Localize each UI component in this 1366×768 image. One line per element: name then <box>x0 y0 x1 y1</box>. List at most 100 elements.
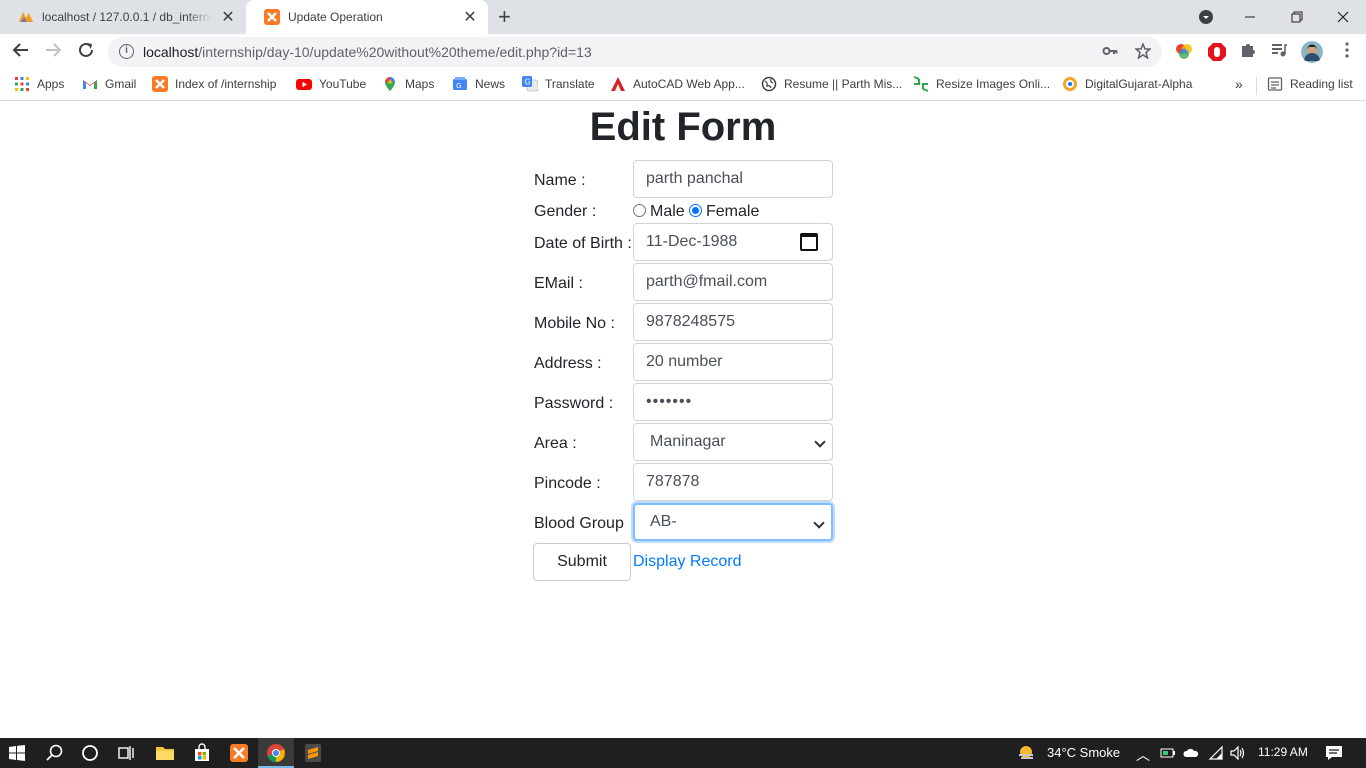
xampp-icon <box>264 9 280 25</box>
clock-time[interactable]: 11:29 AM <box>1258 745 1308 759</box>
mobile-input[interactable]: 9878248575 <box>633 303 833 341</box>
submit-button[interactable]: Submit <box>533 543 631 581</box>
minimize-icon[interactable] <box>1244 0 1256 34</box>
chrome-menu-icon[interactable] <box>1336 41 1358 63</box>
tab-search-icon[interactable] <box>1198 0 1214 34</box>
svg-text:G: G <box>525 78 531 87</box>
notifications-icon[interactable] <box>1325 744 1343 762</box>
bookmark-star-icon[interactable] <box>1134 41 1152 63</box>
show-hidden-icons-icon[interactable]: ︿ <box>1136 745 1150 765</box>
bookmark-apps[interactable]: Apps <box>14 76 64 92</box>
cortana-icon[interactable] <box>80 743 100 763</box>
tab-phpmyadmin[interactable]: localhost / 127.0.0.1 / db_internship ✕ <box>0 0 246 34</box>
site-info-icon[interactable]: i <box>119 44 134 59</box>
profile-avatar[interactable] <box>1301 41 1323 63</box>
area-select[interactable]: Maninagar <box>633 423 833 461</box>
bookmark-resize-images[interactable]: Resize Images Onli... <box>913 76 1050 92</box>
bookmark-label: Apps <box>37 77 65 91</box>
address-label: Address : <box>534 355 602 372</box>
bookmark-news[interactable]: G News <box>452 76 505 92</box>
volume-icon[interactable] <box>1230 745 1246 761</box>
media-control-icon[interactable] <box>1268 41 1290 63</box>
password-label: Password : <box>534 395 614 412</box>
bookmark-label: Resume || Parth Mis... <box>784 77 903 91</box>
bookmark-gmail[interactable]: Gmail <box>82 76 136 92</box>
more-bookmarks-button[interactable]: » <box>1235 76 1243 92</box>
apps-grid-icon <box>15 77 29 91</box>
back-arrow-icon[interactable] <box>10 41 32 63</box>
email-label: EMail : <box>534 275 583 292</box>
bookmark-label: Resize Images Onli... <box>936 77 1051 91</box>
mobile-label: Mobile No : <box>534 315 615 332</box>
tab-strip: localhost / 127.0.0.1 / db_internship ✕ … <box>0 0 1366 34</box>
reading-list-button[interactable]: Reading list <box>1267 76 1353 92</box>
restore-icon[interactable] <box>1291 0 1303 34</box>
digitalgujarat-icon <box>1063 77 1077 91</box>
tab-update-operation[interactable]: Update Operation ✕ <box>246 0 488 34</box>
new-tab-icon[interactable]: + <box>498 6 511 28</box>
chrome-icon <box>267 744 285 762</box>
gmail-icon <box>83 80 97 89</box>
extensions-puzzle-icon[interactable] <box>1237 41 1259 63</box>
resize-icon <box>913 76 929 92</box>
url-text[interactable]: localhost/internship/day-10/update%20wit… <box>143 44 592 60</box>
svg-text:G: G <box>456 82 461 90</box>
key-icon[interactable] <box>1102 43 1118 63</box>
xampp-icon <box>152 76 168 92</box>
browser-toolbar: i localhost/internship/day-10/update%20w… <box>0 34 1366 70</box>
phpmyadmin-icon <box>19 12 33 22</box>
dob-label: Date of Birth : <box>534 235 632 252</box>
weather-icon[interactable] <box>1016 743 1036 763</box>
globe-icon <box>761 76 777 92</box>
blood-group-select[interactable]: AB- <box>633 503 833 541</box>
bookmark-label: Index of /internship <box>175 77 277 91</box>
bookmark-label: News <box>475 77 506 91</box>
weather-text[interactable]: 34°C Smoke <box>1047 745 1120 760</box>
youtube-icon <box>296 79 312 90</box>
adblock-extension-icon[interactable] <box>1207 42 1227 62</box>
close-tab-icon[interactable]: ✕ <box>220 7 236 27</box>
bookmarks-bar: Apps Gmail Index of /internship YouTube … <box>0 70 1366 101</box>
bookmark-index-of-internship[interactable]: Index of /internship <box>152 76 276 92</box>
maps-pin-icon <box>385 77 395 91</box>
bookmark-translate[interactable]: G Translate <box>522 76 595 92</box>
gender-female-radio[interactable] <box>689 204 702 217</box>
address-bar[interactable]: i localhost/internship/day-10/update%20w… <box>108 37 1162 67</box>
wifi-icon[interactable] <box>1208 745 1224 761</box>
windows-taskbar: 34°C Smoke ︿ 11:29 AM <box>0 738 1366 768</box>
sublime-text-icon[interactable] <box>303 743 323 763</box>
bookmark-autocad[interactable]: AutoCAD Web App... <box>610 76 745 92</box>
dob-value: 11-Dec-1988 <box>646 233 738 250</box>
tab-title: Update Operation <box>288 10 383 24</box>
battery-icon[interactable] <box>1160 745 1176 761</box>
file-explorer-icon[interactable] <box>155 743 175 763</box>
task-view-icon[interactable] <box>116 743 136 763</box>
calendar-icon[interactable] <box>800 233 818 251</box>
pincode-input[interactable]: 787878 <box>633 463 833 501</box>
search-icon[interactable] <box>45 743 65 763</box>
xampp-taskbar-icon[interactable] <box>229 743 249 763</box>
password-input[interactable]: ••••••• <box>633 383 833 421</box>
onedrive-icon[interactable] <box>1183 745 1199 761</box>
address-input[interactable]: 20 number <box>633 343 833 381</box>
dob-input[interactable]: 11-Dec-1988 <box>633 223 833 261</box>
name-input[interactable]: parth panchal <box>633 160 833 198</box>
email-input[interactable]: parth@fmail.com <box>633 263 833 301</box>
chrome-taskbar-button[interactable] <box>258 738 294 768</box>
store-icon[interactable] <box>192 743 212 763</box>
bookmark-digitalgujarat[interactable]: DigitalGujarat-Alpha <box>1062 76 1192 92</box>
gender-female-label: Female <box>706 203 760 220</box>
color-wheel-extension-icon[interactable] <box>1174 42 1194 62</box>
windows-start-icon[interactable] <box>9 745 25 761</box>
bookmark-resume[interactable]: Resume || Parth Mis... <box>761 76 902 92</box>
close-tab-icon[interactable]: ✕ <box>462 7 478 27</box>
bookmark-youtube[interactable]: YouTube <box>296 76 366 92</box>
area-label: Area : <box>534 435 577 452</box>
name-label: Name : <box>534 172 586 189</box>
reload-icon[interactable] <box>75 41 97 63</box>
forward-arrow-icon[interactable] <box>42 41 64 63</box>
close-window-icon[interactable] <box>1337 0 1349 34</box>
gender-male-radio[interactable] <box>633 204 646 217</box>
bookmark-maps[interactable]: Maps <box>382 76 434 92</box>
display-record-link[interactable]: Display Record <box>633 553 741 571</box>
